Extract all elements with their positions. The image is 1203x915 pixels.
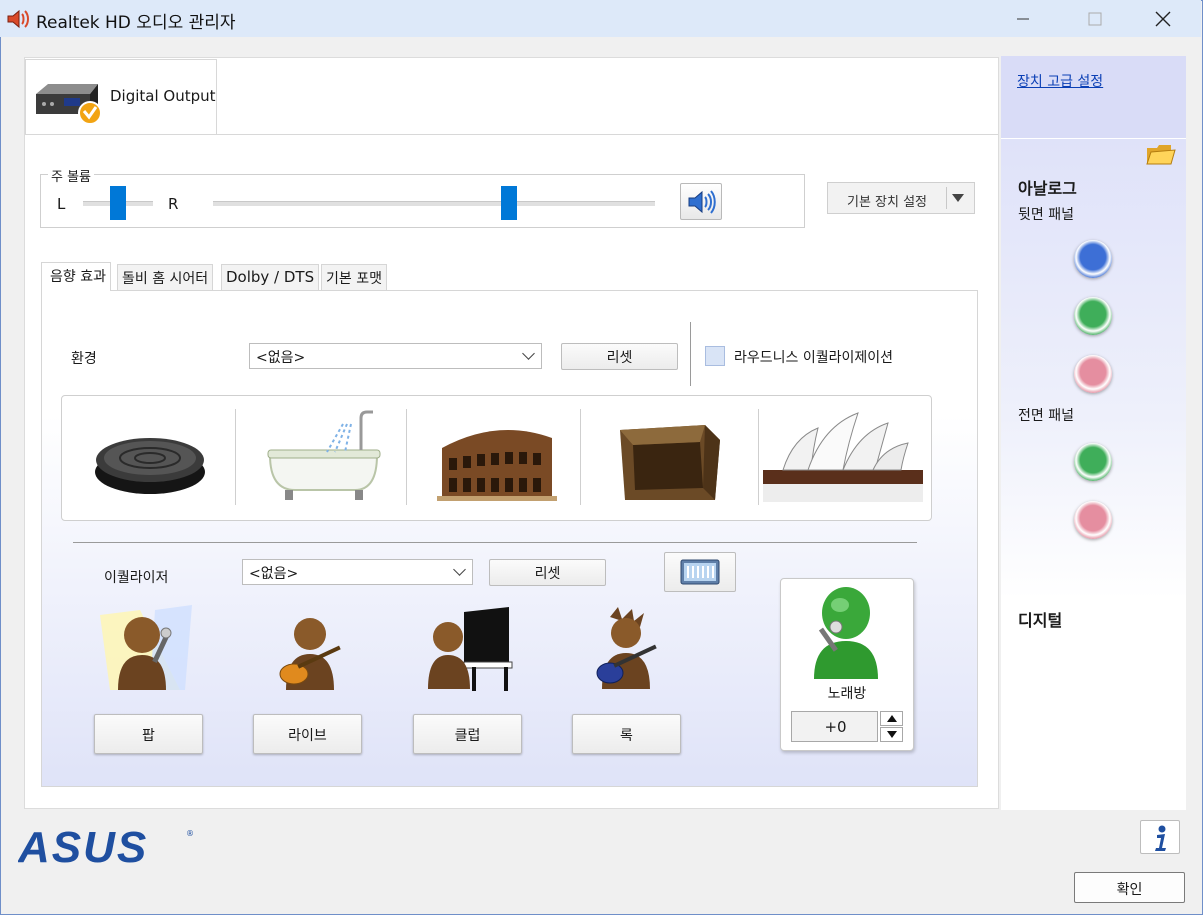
equalizer-label: 이퀄라이저 [104,570,169,586]
maximize-button[interactable] [1072,0,1118,37]
mute-button[interactable] [680,183,722,220]
singer-icon[interactable] [100,605,195,699]
rear-jack-green-icon[interactable] [1074,297,1112,335]
graphic-equalizer-button[interactable] [664,552,736,592]
front-panel-label: 전면 패널 [1018,408,1074,424]
environment-select-value: <없음> [256,350,306,366]
preset-divider [406,409,407,505]
balance-slider-thumb[interactable] [110,186,126,220]
chevron-down-icon [522,347,535,360]
equalizer-reset-button[interactable]: 리셋 [489,559,606,586]
svg-text:®: ® [186,829,194,838]
stone-disc-icon[interactable] [90,420,210,504]
preset-divider [580,409,581,505]
equalizer-select-value: <없음> [249,566,299,582]
environment-divider [690,322,691,386]
info-button[interactable] [1140,820,1180,854]
device-tab-divider [25,134,998,135]
bathtub-icon[interactable] [265,410,385,509]
karaoke-key-value: +0 [824,718,847,736]
preset-divider [235,409,236,505]
default-device-button[interactable]: 기본 장치 설정 [827,182,975,214]
minimize-button[interactable] [1000,0,1046,37]
colosseum-icon[interactable] [437,418,557,507]
equalizer-divider [73,542,917,543]
karaoke-label: 노래방 [827,686,867,702]
front-jack-green-icon[interactable] [1074,443,1112,481]
equalizer-select[interactable]: <없음> [242,559,473,585]
device-tab-label: Digital Output [110,87,216,105]
front-jack-pink-icon[interactable] [1074,501,1112,539]
speaker-icon [688,189,716,214]
pianist-icon[interactable] [424,607,514,696]
master-volume-label: 주 볼륨 [48,166,95,185]
preset-divider [758,409,759,505]
triangle-up-icon [887,715,897,722]
ok-button[interactable]: 확인 [1074,872,1185,903]
chevron-down-icon [453,563,466,576]
eq-preset-rock-button[interactable]: 록 [572,714,681,754]
master-volume-slider-track[interactable] [213,201,655,206]
balance-right-label: R [168,195,179,213]
default-device-label: 기본 장치 설정 [846,195,928,210]
master-volume-slider-thumb[interactable] [501,186,517,220]
karaoke-key-field[interactable]: +0 [791,711,878,742]
asus-logo-text: ASUS [18,826,148,866]
karaoke-singer-icon[interactable] [806,585,886,684]
environment-label: 환경 [71,351,97,367]
eq-preset-club-button[interactable]: 클럽 [413,714,522,754]
guitarist-icon[interactable] [270,612,350,696]
folder-icon[interactable] [1145,140,1177,172]
triangle-down-icon [887,731,897,738]
environment-select[interactable]: <없음> [249,343,542,369]
rear-jack-blue-icon[interactable] [1074,240,1112,278]
dropdown-arrow-icon[interactable] [952,194,964,202]
rear-panel-label: 뒷면 패널 [1018,207,1074,223]
default-device-divider [946,187,947,209]
rock-guitarist-icon[interactable] [588,607,668,696]
opera-house-icon[interactable] [763,408,923,512]
tab-dolby-dts[interactable]: Dolby / DTS [221,264,320,290]
tab-sound-effects[interactable]: 음향 효과 [41,262,111,291]
analog-heading: 아날로그 [1018,179,1077,198]
loudness-equalization-checkbox[interactable] [705,346,725,366]
karaoke-key-down-button[interactable] [880,727,903,742]
advanced-device-settings-link[interactable]: 장치 고급 설정 [1017,71,1103,91]
equalizer-graph-icon [680,559,720,585]
digital-output-device-icon [34,80,104,134]
stone-room-icon[interactable] [615,420,725,509]
environment-reset-button[interactable]: 리셋 [561,343,678,370]
tab-default-format[interactable]: 기본 포맷 [321,264,387,290]
rear-jack-pink-icon[interactable] [1074,355,1112,393]
eq-preset-pop-button[interactable]: 팝 [94,714,203,754]
eq-preset-live-button[interactable]: 라이브 [253,714,362,754]
loudness-equalization-label: 라우드니스 이퀄라이제이션 [734,350,894,366]
karaoke-key-up-button[interactable] [880,711,903,726]
connector-panel-header [1001,56,1186,138]
window-title: Realtek HD 오디오 관리자 [36,13,236,33]
balance-left-label: L [57,195,66,213]
tab-dolby-home-theater[interactable]: 돌비 홈 시어터 [117,264,214,290]
digital-heading: 디지털 [1018,611,1063,630]
speaker-app-icon [6,8,30,30]
close-button[interactable] [1140,0,1186,37]
info-icon [1155,825,1166,851]
asus-logo: ASUS ® [17,823,198,872]
